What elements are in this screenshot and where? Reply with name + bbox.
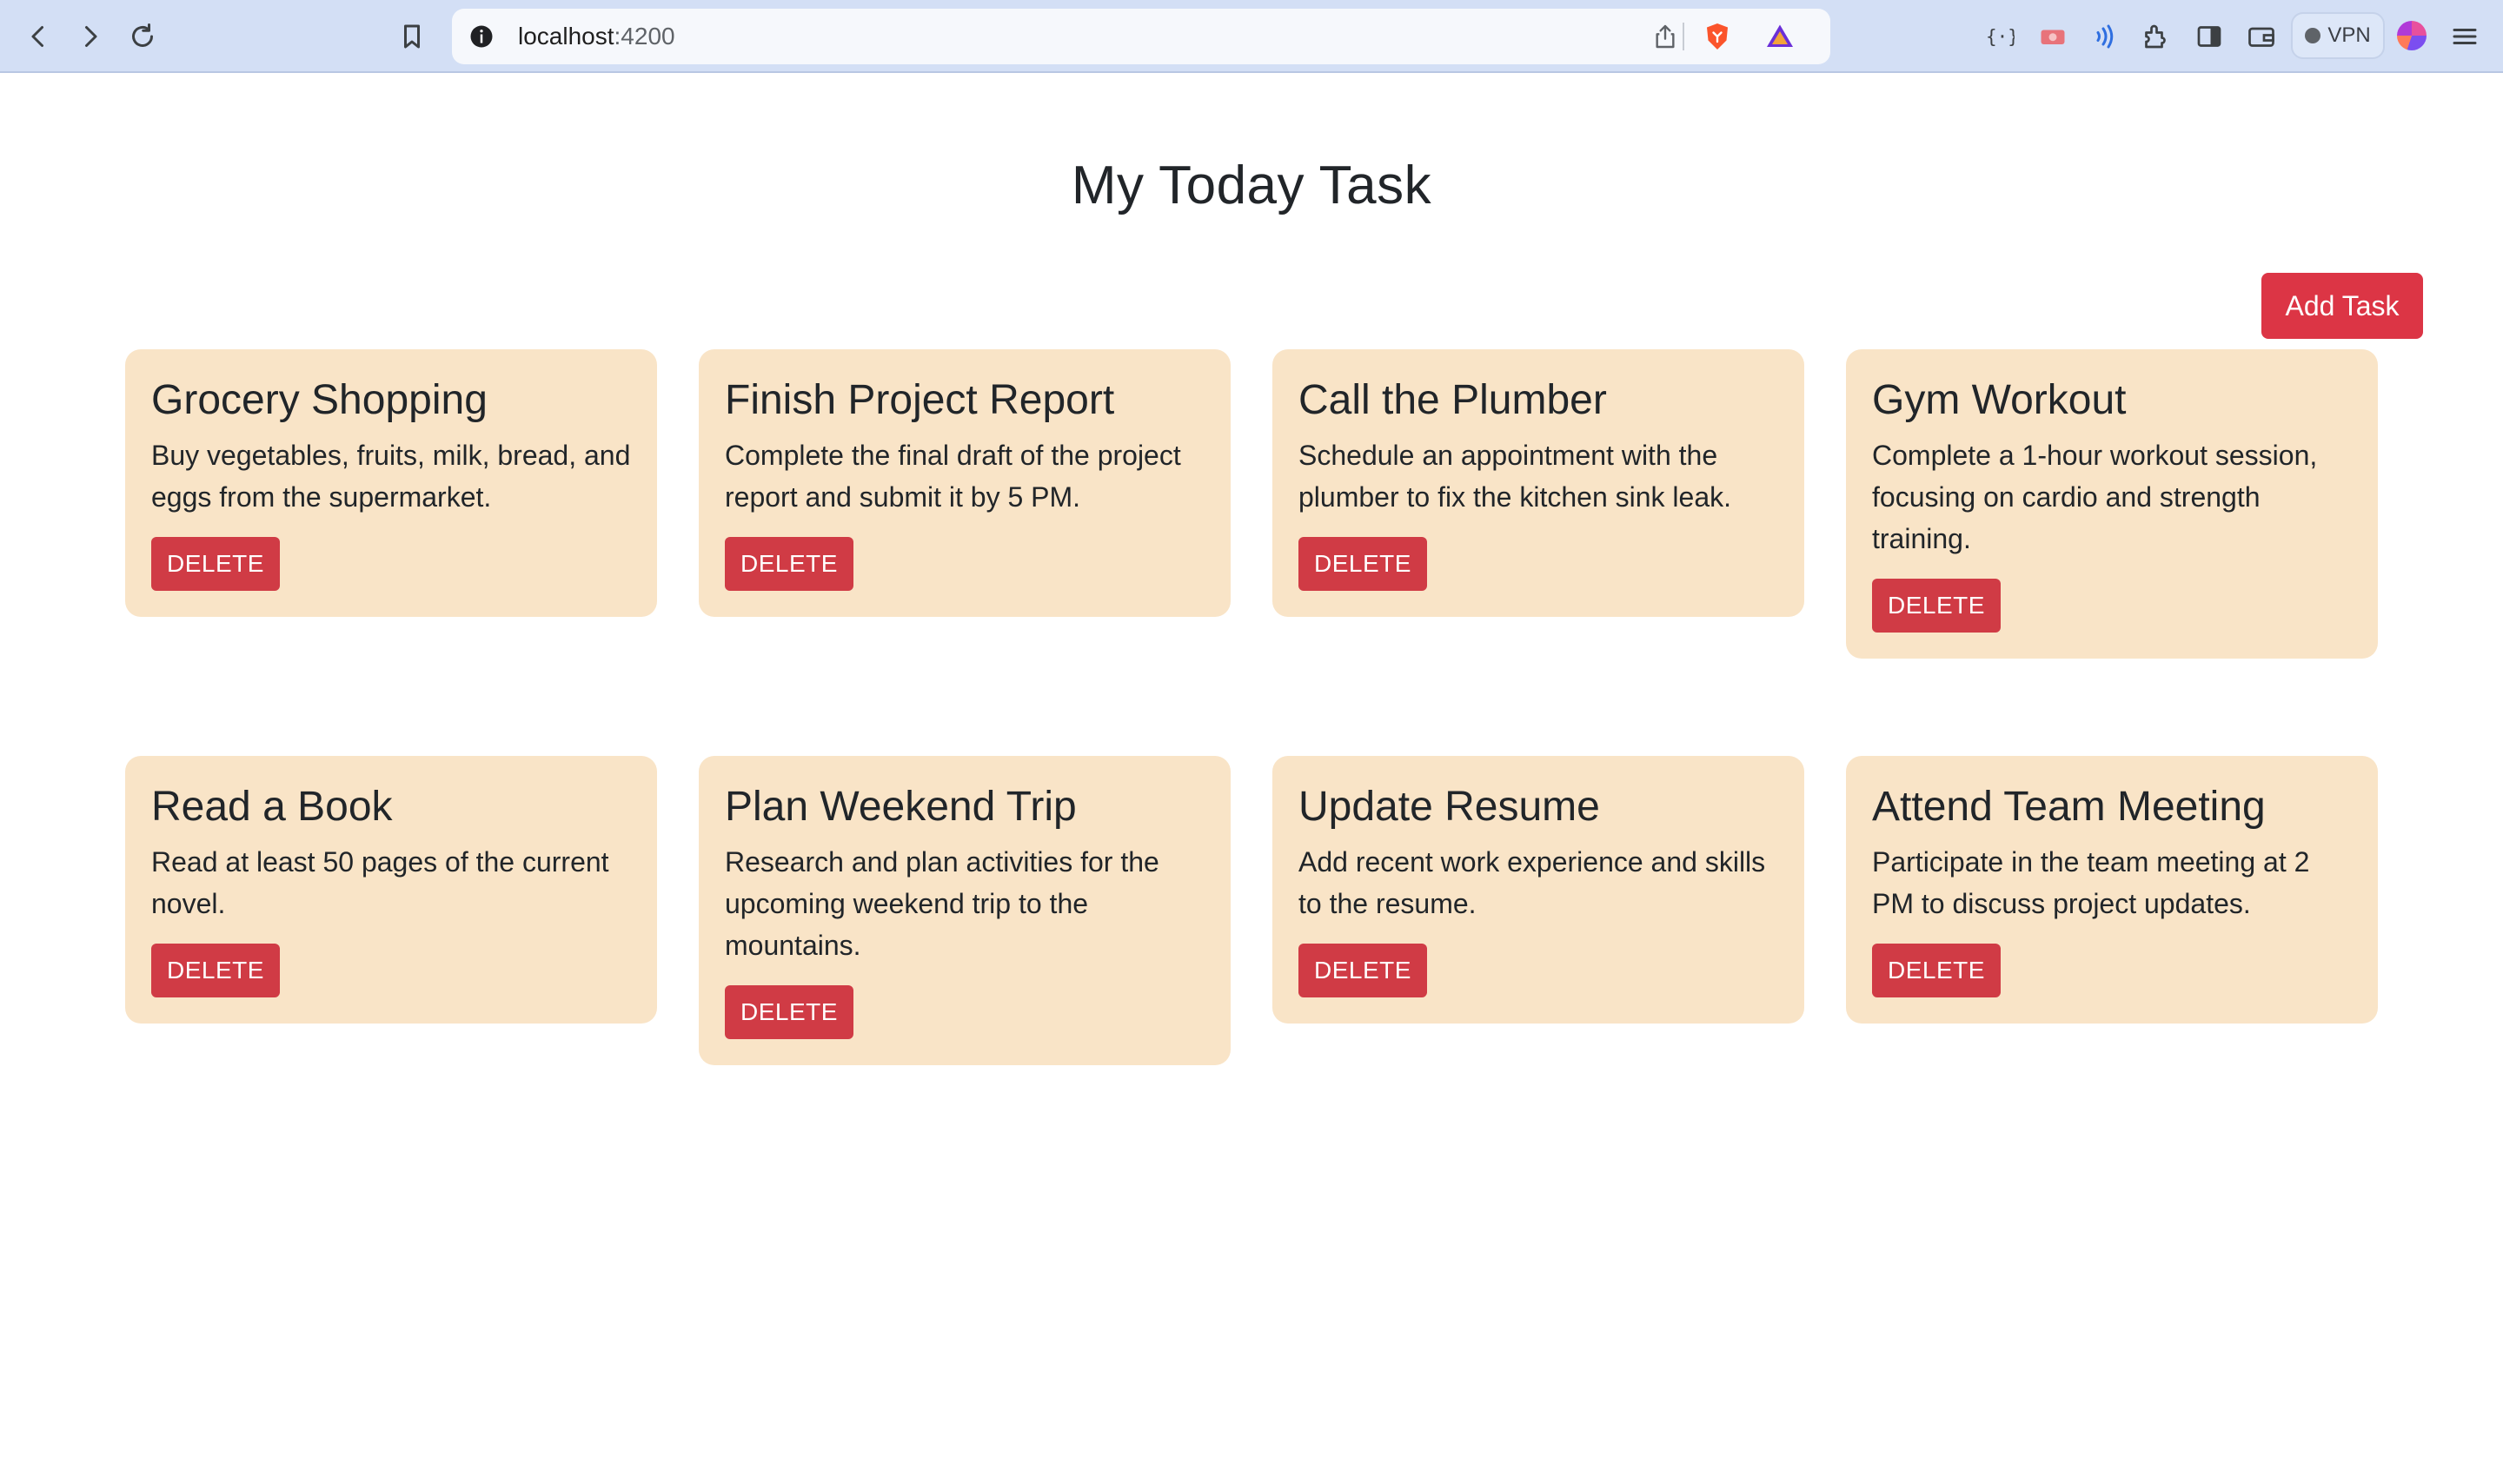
info-icon[interactable] (466, 21, 497, 52)
json-icon[interactable]: {·} (1978, 16, 2020, 57)
speech-icon[interactable] (2082, 16, 2124, 57)
task-card: Gym Workout Complete a 1-hour workout se… (1846, 349, 2378, 659)
task-title: Attend Team Meeting (1872, 784, 2266, 830)
task-card: Plan Weekend Trip Research and plan acti… (699, 756, 1231, 1065)
task-description: Schedule an appointment with the plumber… (1298, 439, 1732, 513)
url-host: localhost (518, 23, 614, 50)
delete-button[interactable]: DELETE (1298, 943, 1427, 997)
delete-button[interactable]: DELETE (725, 536, 853, 591)
task-card: Grocery Shopping Buy vegetables, fruits,… (125, 349, 657, 617)
address-separator (1683, 23, 1684, 50)
task-description: Add recent work experience and skills to… (1298, 845, 1766, 919)
task-title: Read a Book (151, 784, 393, 830)
task-title: Update Resume (1298, 784, 1600, 830)
sidebar-icon[interactable] (2188, 16, 2230, 57)
delete-button[interactable]: DELETE (151, 943, 280, 997)
delete-button[interactable]: DELETE (1872, 578, 2001, 633)
url-text: localhost:4200 (518, 9, 675, 64)
delete-button[interactable]: DELETE (151, 536, 280, 591)
wallet-icon[interactable] (2241, 16, 2282, 57)
task-description: Read at least 50 pages of the current no… (151, 845, 609, 919)
menu-icon[interactable] (2444, 16, 2486, 57)
task-card: Read a Book Read at least 50 pages of th… (125, 756, 657, 1024)
address-bar[interactable]: localhost:4200 (452, 9, 1830, 64)
task-card: Attend Team Meeting Participate in the t… (1846, 756, 2378, 1024)
task-description: Complete the final draft of the project … (725, 439, 1181, 513)
vpn-label: VPN (2327, 23, 2371, 47)
vpn-button[interactable]: VPN (2291, 12, 2385, 59)
task-card: Update Resume Add recent work experience… (1272, 756, 1804, 1024)
brave-shield-icon[interactable] (1698, 19, 1736, 54)
share-icon[interactable] (1648, 19, 1683, 54)
task-title: Call the Plumber (1298, 377, 1607, 423)
task-description: Participate in the team meeting at 2 PM … (1872, 845, 2310, 919)
task-description: Buy vegetables, fruits, milk, bread, and… (151, 439, 631, 513)
profile-icon[interactable] (2397, 21, 2427, 50)
media-icon[interactable] (2032, 16, 2074, 57)
task-description: Complete a 1-hour workout session, focus… (1872, 439, 2318, 554)
task-title: Plan Weekend Trip (725, 784, 1077, 830)
task-title: Grocery Shopping (151, 377, 488, 423)
task-card: Finish Project Report Complete the final… (699, 349, 1231, 617)
task-title: Gym Workout (1872, 377, 2127, 423)
task-title: Finish Project Report (725, 377, 1115, 423)
forward-icon[interactable] (70, 16, 111, 57)
extensions-icon[interactable] (2135, 16, 2176, 57)
task-description: Research and plan activities for the upc… (725, 845, 1159, 961)
reload-icon[interactable] (122, 16, 163, 57)
delete-button[interactable]: DELETE (725, 984, 853, 1039)
delete-button[interactable]: DELETE (1872, 943, 2001, 997)
brave-rewards-icon[interactable] (1761, 19, 1799, 54)
add-task-button[interactable]: Add Task (2261, 273, 2423, 339)
browser-toolbar: localhost:4200 {·} VPN (0, 0, 2503, 73)
delete-button[interactable]: DELETE (1298, 536, 1427, 591)
back-icon[interactable] (17, 16, 59, 57)
vpn-status-icon (2305, 28, 2321, 43)
bookmark-icon[interactable] (391, 16, 433, 57)
svg-text:{·}: {·} (1986, 27, 2015, 48)
url-port: :4200 (614, 23, 675, 50)
task-card: Call the Plumber Schedule an appointment… (1272, 349, 1804, 617)
page-title: My Today Task (1071, 156, 1432, 215)
